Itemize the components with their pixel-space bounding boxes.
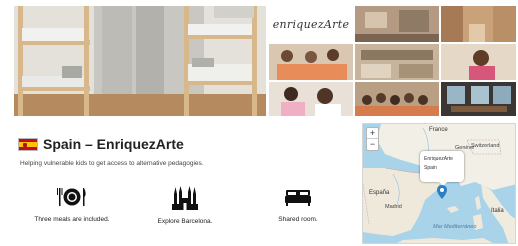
dinner-plate-icon [57,188,86,206]
class-photo [355,82,439,116]
photo-gallery: enriquezArte [269,6,516,116]
listing-page: enriquezArte Spain – EnriquezArte Helpin… [0,0,518,246]
listing-title-row: Spain – EnriquezArte [18,136,184,152]
feature-label: Three meals are included. [34,216,110,223]
logo-text: enriquezArte [272,17,350,31]
street-photo [441,6,516,42]
spain-flag-icon [18,137,38,151]
zoom-in-button[interactable]: + [367,128,378,139]
map-label-spain: España [369,190,390,196]
gallery-thumb[interactable] [355,82,439,116]
hero-photo-bunk-room[interactable] [14,6,266,116]
feature-explore: Explore Barcelona. [140,186,230,225]
feature-meals: Three meals are included. [27,186,117,223]
map-label-switzerland: Switzerland [471,143,500,149]
gallery-thumb[interactable] [441,6,516,42]
popup-subtitle: Spain [424,165,437,171]
feature-label: Shared room. [278,216,318,223]
zoom-out-button[interactable]: − [367,139,378,150]
feature-room: Shared room. [253,186,343,223]
bunk-bed-room-image [14,6,266,116]
gallery-thumb[interactable] [441,44,516,80]
gallery-thumb[interactable] [441,82,516,116]
sagrada-familia-icon [172,186,198,210]
map-label-madrid: Madrid [385,204,402,210]
location-map[interactable]: + − France Switzerland Genève España Mad… [362,123,516,244]
dining-room-photo [441,82,516,116]
gallery-thumb[interactable] [355,6,439,42]
map-label-sea: Mar Mediterráneo [433,224,477,230]
map-zoom-control: + − [366,127,379,151]
map-label-italy: Italia [491,208,504,214]
bed-icon [285,190,311,206]
classroom-photo [355,6,439,42]
listing-subtitle: Helping vulnerable kids to get access to… [20,160,204,167]
gallery-thumb[interactable] [355,44,439,80]
kids-group-photo [269,44,353,80]
popup-title: EnriquezArte [424,156,453,162]
workshop-photo [355,44,439,80]
child-painting-photo [441,44,516,80]
feature-label: Explore Barcelona. [157,218,213,225]
gallery-thumb[interactable] [269,44,353,80]
gallery-thumb[interactable] [269,82,353,116]
map-popup[interactable]: EnriquezArte Spain [420,151,464,186]
map-label-france: France [429,127,448,133]
listing-title: Spain – EnriquezArte [43,136,184,152]
kids-playing-photo [269,82,353,116]
map-marker-icon[interactable] [437,185,447,199]
gallery-logo-tile[interactable]: enriquezArte [269,6,353,42]
